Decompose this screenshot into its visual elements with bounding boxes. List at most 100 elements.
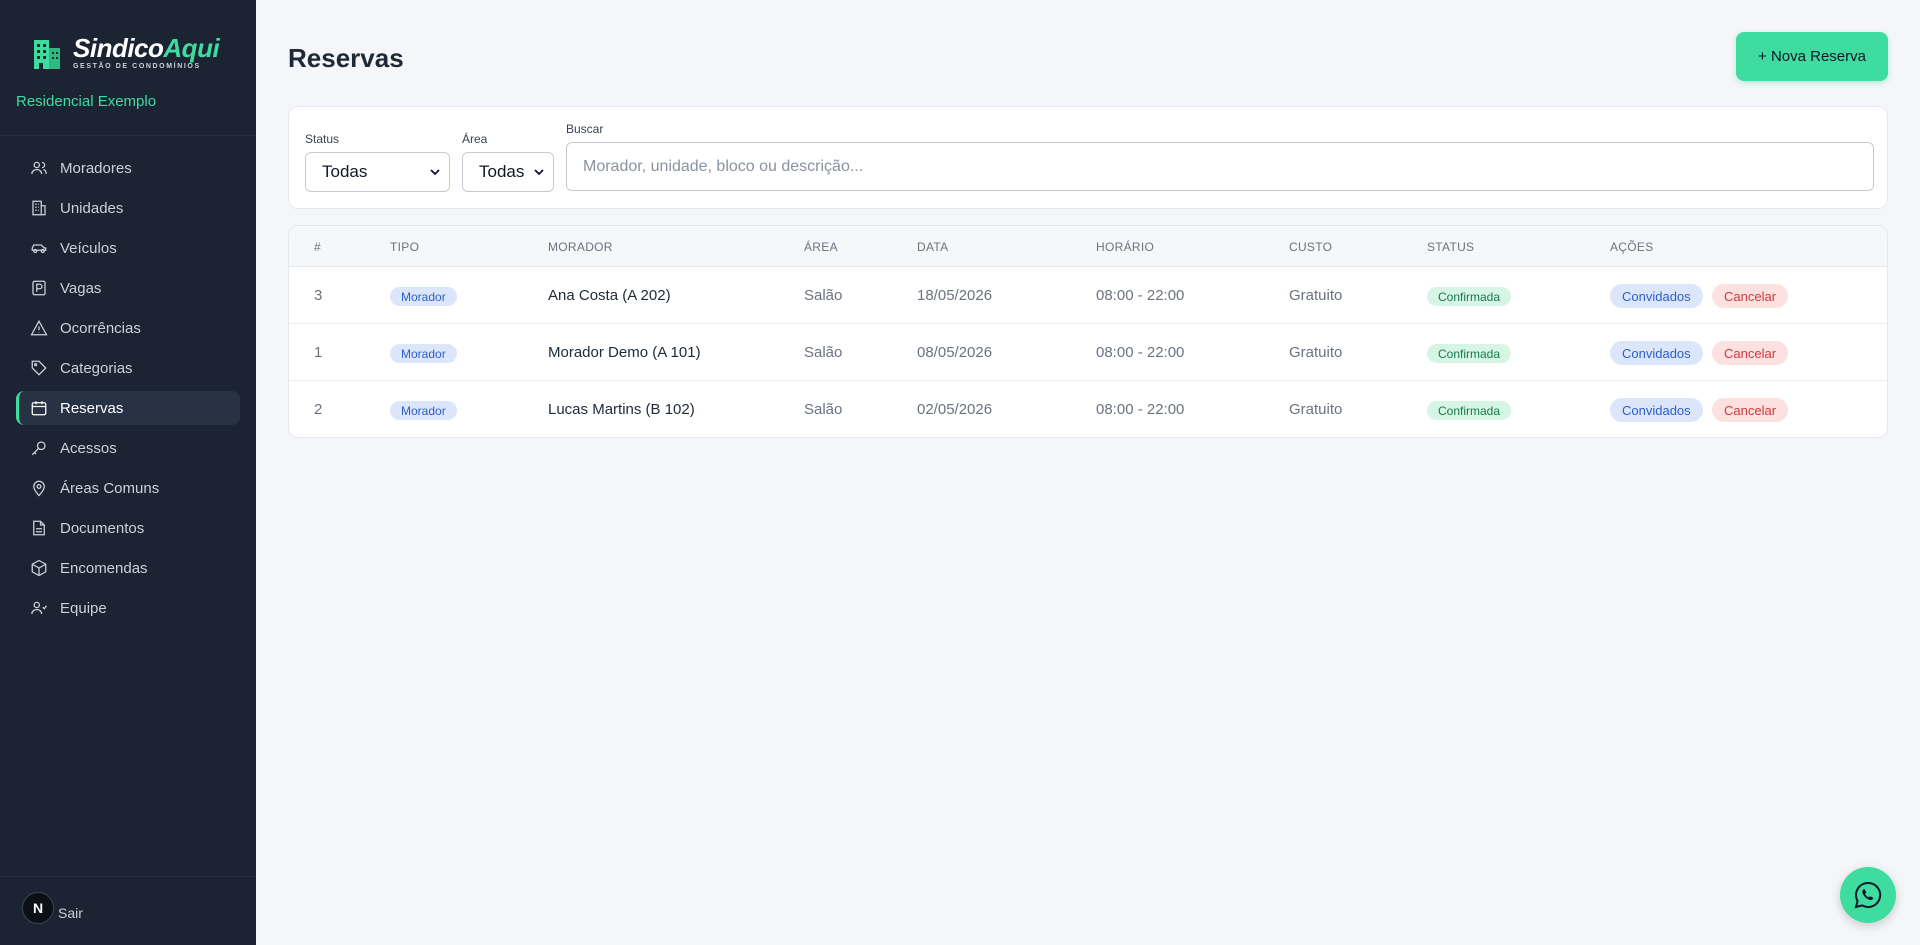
chevron-down-icon — [534, 169, 544, 176]
column-header-tipo: TIPO — [390, 240, 420, 254]
column-header-custo: CUSTO — [1289, 240, 1333, 254]
tipo-badge: Morador — [390, 344, 457, 363]
calendar-icon — [31, 401, 47, 416]
key-icon — [31, 441, 46, 456]
page-title: Reservas — [288, 43, 404, 73]
sidebar-item-label: Encomendas — [60, 559, 148, 577]
tag-icon — [31, 360, 47, 376]
tipo-badge: Morador — [390, 401, 457, 420]
status-filter-label: Status — [305, 132, 340, 146]
brand-name: SindicoAqui — [73, 33, 220, 63]
sidebar-item-documentos[interactable]: Documentos — [16, 511, 240, 545]
area-filter-label: Área — [462, 132, 488, 146]
tipo-badge: Morador — [390, 287, 457, 306]
sidebar-item-label: Veículos — [60, 239, 117, 257]
search-input[interactable] — [566, 142, 1874, 191]
brand-subtitle: GESTÃO DE CONDOMÍNIOS — [73, 63, 201, 70]
sidebar-item-categorias[interactable]: Categorias — [16, 351, 240, 385]
status-filter-value: Todas — [322, 162, 368, 181]
brand-logo[interactable]: SindicoAqui GESTÃO DE CONDOMÍNIOS — [33, 33, 220, 70]
sidebar-item-vagas[interactable]: Vagas — [16, 271, 240, 305]
user-area: N Sair — [22, 892, 83, 924]
table-header: # TIPO MORADOR ÁREA DATA HORÁRIO CUSTO S… — [289, 226, 1887, 267]
sidebar-item-equipe[interactable]: Equipe — [16, 591, 240, 625]
map-pin-icon — [33, 480, 45, 497]
column-header-horario: HORÁRIO — [1096, 240, 1155, 254]
reservations-table: # TIPO MORADOR ÁREA DATA HORÁRIO CUSTO S… — [288, 225, 1888, 438]
sidebar-item-veiculos[interactable]: Veículos — [16, 231, 240, 265]
users-icon — [31, 161, 47, 175]
cell-horario: 08:00 - 22:00 — [1096, 344, 1185, 361]
avatar[interactable]: N — [22, 892, 54, 924]
column-header-id: # — [314, 240, 321, 254]
table-row: 2 Morador Lucas Martins (B 102) Salão 02… — [289, 381, 1887, 437]
cancel-button[interactable]: Cancelar — [1712, 398, 1789, 422]
cell-morador: Morador Demo (A 101) — [548, 344, 701, 361]
search-label: Buscar — [566, 122, 604, 136]
cell-area: Salão — [804, 287, 843, 304]
document-icon — [33, 520, 45, 536]
parking-icon — [32, 280, 46, 296]
table-row: 3 Morador Ana Costa (A 202) Salão 18/05/… — [289, 267, 1887, 324]
condo-name[interactable]: Residencial Exemplo — [16, 93, 156, 110]
column-header-status: STATUS — [1427, 240, 1475, 254]
whatsapp-button[interactable] — [1840, 867, 1896, 923]
sidebar-item-label: Áreas Comuns — [60, 479, 160, 497]
sidebar-bottom-divider — [0, 876, 256, 877]
car-icon — [31, 244, 47, 254]
column-header-area: ÁREA — [804, 240, 838, 254]
brand-primary: Sindico — [73, 33, 164, 63]
logout-link[interactable]: Sair — [58, 905, 83, 921]
sidebar-item-unidades[interactable]: Unidades — [16, 191, 240, 225]
cell-data: 18/05/2026 — [917, 287, 993, 304]
cell-custo: Gratuito — [1289, 287, 1343, 304]
sidebar-item-label: Acessos — [60, 439, 117, 457]
sidebar-item-label: Ocorrências — [60, 319, 141, 337]
team-icon — [31, 601, 48, 615]
cell-morador: Lucas Martins (B 102) — [548, 401, 695, 418]
package-icon — [31, 559, 47, 577]
sidebar-item-ocorrencias[interactable]: Ocorrências — [16, 311, 240, 345]
sidebar-item-label: Documentos — [60, 519, 145, 537]
column-header-data: DATA — [917, 240, 949, 254]
status-badge: Confirmada — [1427, 401, 1512, 420]
table-row: 1 Morador Morador Demo (A 101) Salão 08/… — [289, 324, 1887, 381]
cell-id: 2 — [314, 401, 323, 418]
guests-button[interactable]: Convidados — [1610, 284, 1703, 308]
cell-custo: Gratuito — [1289, 344, 1343, 361]
sidebar-item-label: Reservas — [60, 399, 124, 417]
status-filter-select[interactable]: Todas — [305, 152, 450, 192]
cell-horario: 08:00 - 22:00 — [1096, 401, 1185, 418]
sidebar-item-areas-comuns[interactable]: Áreas Comuns — [16, 471, 240, 505]
sidebar-item-label: Unidades — [60, 199, 124, 217]
sidebar-item-label: Categorias — [60, 359, 133, 377]
sidebar-item-label: Vagas — [60, 279, 102, 297]
column-header-acoes: AÇÕES — [1610, 240, 1654, 254]
sidebar-nav: Moradores Unidades Veículos Vagas Ocorrê… — [16, 151, 240, 631]
sidebar-item-label: Moradores — [60, 159, 132, 177]
cell-horario: 08:00 - 22:00 — [1096, 287, 1185, 304]
sidebar-item-acessos[interactable]: Acessos — [16, 431, 240, 465]
sidebar-item-moradores[interactable]: Moradores — [16, 151, 240, 185]
cell-morador: Ana Costa (A 202) — [548, 287, 671, 304]
building-logo-icon — [34, 40, 60, 69]
sidebar-item-label: Equipe — [60, 599, 107, 617]
sidebar-item-encomendas[interactable]: Encomendas — [16, 551, 240, 585]
cell-data: 02/05/2026 — [917, 401, 993, 418]
guests-button[interactable]: Convidados — [1610, 398, 1703, 422]
sidebar: SindicoAqui GESTÃO DE CONDOMÍNIOS Reside… — [0, 0, 256, 945]
cell-area: Salão — [804, 344, 843, 361]
column-header-morador: MORADOR — [548, 240, 613, 254]
warning-icon — [30, 319, 48, 336]
whatsapp-icon — [1854, 881, 1882, 909]
status-badge: Confirmada — [1427, 344, 1512, 363]
cell-data: 08/05/2026 — [917, 344, 993, 361]
cancel-button[interactable]: Cancelar — [1712, 341, 1789, 365]
guests-button[interactable]: Convidados — [1610, 341, 1703, 365]
cell-id: 1 — [314, 344, 323, 361]
area-filter-select[interactable]: Todas — [462, 152, 554, 192]
new-reservation-button[interactable]: + Nova Reserva — [1736, 32, 1888, 81]
sidebar-divider — [0, 135, 256, 136]
cancel-button[interactable]: Cancelar — [1712, 284, 1789, 308]
sidebar-item-reservas[interactable]: Reservas — [16, 391, 240, 425]
